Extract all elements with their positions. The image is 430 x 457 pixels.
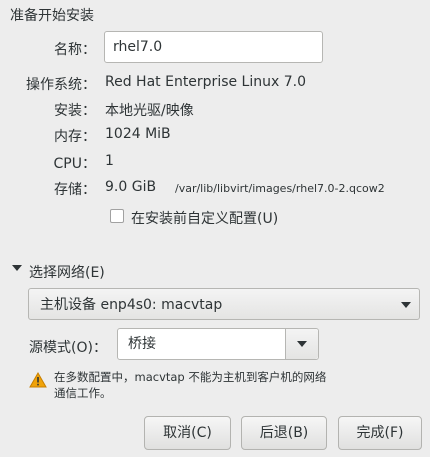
network-device-dropdown[interactable]: 主机设备 enp4s0: macvtap	[28, 288, 420, 320]
finish-button[interactable]: 完成(F)	[338, 416, 422, 450]
back-button[interactable]: 后退(B)	[241, 416, 327, 450]
warning-icon	[29, 372, 47, 388]
page-title: 准备开始安装	[10, 8, 94, 24]
os-label: 操作系统：	[26, 77, 96, 93]
install-label: 安装：	[54, 103, 96, 119]
storage-label: 存储：	[54, 182, 96, 198]
source-mode-combo[interactable]: 桥接	[117, 328, 319, 360]
cpu-label: CPU：	[53, 156, 96, 172]
customize-checkbox[interactable]	[110, 209, 124, 223]
dropdown-arrow-icon	[297, 341, 307, 347]
dropdown-arrow-icon	[401, 302, 411, 308]
os-value: Red Hat Enterprise Linux 7.0	[105, 74, 306, 90]
cancel-button[interactable]: 取消(C)	[144, 416, 231, 450]
source-mode-value[interactable]: 桥接	[128, 329, 156, 359]
network-device-value: 主机设备 enp4s0: macvtap	[40, 297, 223, 313]
warning-line-2: 通信工作。	[54, 386, 112, 400]
warning-text: 在多数配置中，macvtap 不能为主机到客户机的网络 通信工作。	[54, 369, 344, 401]
source-mode-dropdown-button[interactable]	[285, 329, 318, 359]
memory-value: 1024 MiB	[105, 126, 171, 142]
storage-path: /var/lib/libvirt/images/rhel7.0-2.qcow2	[175, 182, 385, 195]
name-input[interactable]: rhel7.0	[104, 31, 323, 63]
name-label: 名称：	[54, 42, 96, 58]
expander-arrow-icon[interactable]	[12, 265, 22, 271]
storage-size: 9.0 GiB	[105, 179, 157, 195]
warning-line-1: 在多数配置中，macvtap 不能为主机到客户机的网络	[54, 370, 327, 384]
customize-label[interactable]: 在安装前自定义配置(U)	[131, 208, 278, 228]
network-expander-label[interactable]: 选择网络(E)	[29, 262, 105, 282]
memory-label: 内存：	[54, 129, 96, 145]
install-value: 本地光驱/映像	[105, 103, 194, 119]
cpu-value: 1	[105, 153, 114, 169]
source-mode-label: 源模式(O)：	[29, 340, 107, 356]
